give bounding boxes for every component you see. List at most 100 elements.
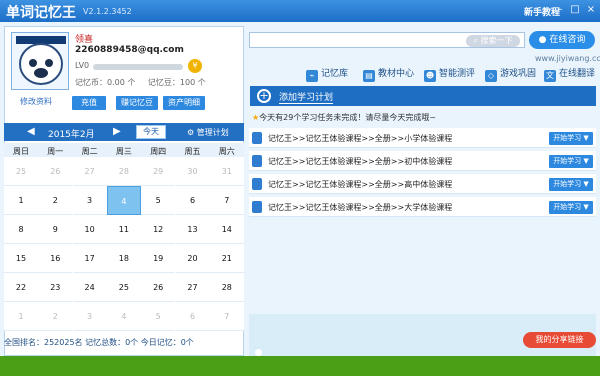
calendar-day[interactable]: 29 [141, 157, 176, 186]
calendar-day[interactable]: 12 [141, 215, 176, 244]
calendar-day[interactable]: 25 [4, 157, 38, 186]
nav-label-online-translation: 在线翻译 [559, 69, 596, 79]
calendar-day[interactable]: 2 [38, 186, 73, 215]
weekday-label: 周日 [13, 147, 29, 156]
start-learning-label: 开始学习 [553, 203, 582, 211]
nav-memory-library[interactable]: ⌁ 记忆库 [306, 66, 348, 82]
nav-textbook-center[interactable]: ▤ 教材中心 [363, 66, 414, 82]
next-month-icon[interactable]: ▶ [113, 126, 121, 137]
calendar-day[interactable]: 15 [4, 244, 38, 273]
online-consult-label: 在线咨询 [549, 35, 586, 45]
calendar-grid: 25 26 27 28 29 30 31 1 2 3 4 5 6 7 8 9 10 11 12 13 14 15 16 17 1… [4, 157, 244, 331]
calendar-day[interactable]: 24 [72, 273, 107, 302]
chat-icon: ● [538, 35, 547, 45]
main-nav: ⌁ 记忆库 ▤ 教材中心 ☻ 智能测评 ◇ 游戏巩固 文在线翻译 [306, 66, 596, 82]
calendar-day[interactable]: 9 [38, 215, 73, 244]
close-icon[interactable]: × [584, 3, 598, 17]
asset-details-button[interactable]: 资产明细 [163, 96, 205, 110]
calendar-day[interactable]: 25 [106, 273, 141, 302]
translate-icon: 文 [544, 70, 556, 82]
calendar-day[interactable]: 5 [141, 186, 176, 215]
calendar-day[interactable]: 1 [4, 186, 38, 215]
search-button[interactable]: ⌕ 搜索一下 [466, 35, 520, 47]
calendar-day[interactable]: 11 [106, 215, 141, 244]
calendar-day[interactable]: 6 [175, 302, 210, 331]
calendar-day[interactable]: 10 [72, 215, 107, 244]
calendar-day[interactable]: 13 [175, 215, 210, 244]
calendar-day[interactable]: 19 [141, 244, 176, 273]
calendar-day[interactable]: 28 [209, 273, 244, 302]
start-learning-button[interactable]: 开始学习 ▼ [549, 132, 593, 145]
ranking-status: 全国排名：252025名 记忆总数：0个 今日记忆：0个 [4, 338, 194, 347]
nav-online-translation[interactable]: 文在线翻译 [544, 66, 595, 82]
add-plan-label: 添加学习计划 [279, 90, 334, 104]
book-icon: ▤ [363, 70, 375, 82]
search-icon: ⌕ [473, 36, 478, 45]
start-learning-label: 开始学习 [553, 180, 582, 188]
calendar-day[interactable]: 4 [106, 186, 141, 215]
calendar-day[interactable]: 27 [175, 273, 210, 302]
start-learning-label: 开始学习 [553, 157, 582, 165]
calendar-day[interactable]: 28 [106, 157, 141, 186]
minimize-icon[interactable]: – [553, 3, 567, 17]
calendar-day[interactable]: 23 [38, 273, 73, 302]
study-panel: ⌕ 搜索一下 ● 在线咨询 www.jiyiwang.cc ⌁ 记忆库 ▤ 教材中心… [249, 26, 600, 356]
calendar-day[interactable]: 22 [4, 273, 38, 302]
bird-icon [255, 349, 262, 356]
dog-avatar-icon [16, 36, 66, 85]
calendar-day[interactable]: 26 [38, 157, 73, 186]
calendar-day[interactable]: 17 [72, 244, 107, 273]
add-plan-bar[interactable]: + 添加学习计划 [250, 86, 596, 106]
task-tip: ★今天有29个学习任务未完成！请尽量今天完成哦~ [252, 112, 436, 123]
gear-icon: ⚙ [187, 128, 195, 137]
app-window: 单词记忆王 V2.1.2.3452 新手教程 – □ × 领喜 22608894… [0, 0, 600, 376]
calendar-day[interactable]: 26 [141, 273, 176, 302]
calendar-day[interactable]: 14 [209, 215, 244, 244]
edit-profile-link[interactable]: 修改资料 [20, 96, 52, 107]
share-link-button[interactable]: 我的分享链接 [523, 332, 596, 348]
calendar-day[interactable]: 5 [141, 302, 176, 331]
calendar-day[interactable]: 4 [106, 302, 141, 331]
calendar-day[interactable]: 2 [38, 302, 73, 331]
maximize-icon[interactable]: □ [568, 3, 582, 17]
nav-game-review[interactable]: ◇ 游戏巩固 [485, 66, 536, 82]
calendar-day[interactable]: 3 [72, 186, 107, 215]
weekday-label: 周一 [47, 147, 64, 156]
app-title: 单词记忆王 [6, 5, 76, 21]
course-row: 记忆王>>记忆王体验课程>>全册>>大学体验课程 开始学习 ▼ [249, 197, 596, 217]
calendar-day[interactable]: 7 [209, 302, 244, 331]
avatar[interactable] [11, 32, 69, 90]
start-learning-button[interactable]: 开始学习 ▼ [549, 155, 593, 168]
calendar-day[interactable]: 20 [175, 244, 210, 273]
calendar-day[interactable]: 27 [72, 157, 107, 186]
calendar-day[interactable]: 6 [175, 186, 210, 215]
calendar-day[interactable]: 8 [4, 215, 38, 244]
nav-smart-assessment[interactable]: ☻ 智能测评 [424, 66, 475, 82]
coin-icon: ¥ [188, 59, 202, 73]
task-tip-text: 今天有29个学习任务未完成！请尽量今天完成哦~ [259, 113, 437, 122]
recharge-button[interactable]: 充值 [72, 96, 106, 110]
earn-beans-button[interactable]: 赚记忆豆 [116, 96, 158, 110]
calendar-day[interactable]: 21 [209, 244, 244, 273]
course-row: 记忆王>>记忆王体验课程>>全册>>小学体验课程 开始学习 ▼ [249, 128, 596, 148]
user-email: 2260889458@qq.com [75, 45, 184, 55]
calendar-day[interactable]: 7 [209, 186, 244, 215]
previous-month-icon[interactable]: ◀ [27, 126, 35, 137]
calendar-day[interactable]: 31 [209, 157, 244, 186]
title-bar: 单词记忆王 V2.1.2.3452 新手教程 – □ × [0, 0, 600, 22]
manage-plan-label: 管理计划 [196, 128, 229, 137]
calendar-day[interactable]: 1 [4, 302, 38, 331]
start-learning-button[interactable]: 开始学习 ▼ [549, 178, 593, 191]
person-icon: ☻ [424, 70, 436, 82]
calendar-day[interactable]: 16 [38, 244, 73, 273]
calendar-day[interactable]: 30 [175, 157, 210, 186]
calendar-day[interactable]: 18 [106, 244, 141, 273]
calendar-day[interactable]: 3 [72, 302, 107, 331]
online-consult-button[interactable]: ● 在线咨询 [529, 31, 595, 49]
search-box[interactable]: ⌕ 搜索一下 [249, 32, 525, 48]
beans-balance: 记忆豆：100 个 [147, 78, 206, 87]
start-learning-button[interactable]: 开始学习 ▼ [549, 201, 593, 214]
book-icon [252, 132, 262, 144]
manage-plan-button[interactable]: ⚙ 管理计划 [187, 127, 229, 138]
today-button[interactable]: 今天 [136, 125, 166, 139]
